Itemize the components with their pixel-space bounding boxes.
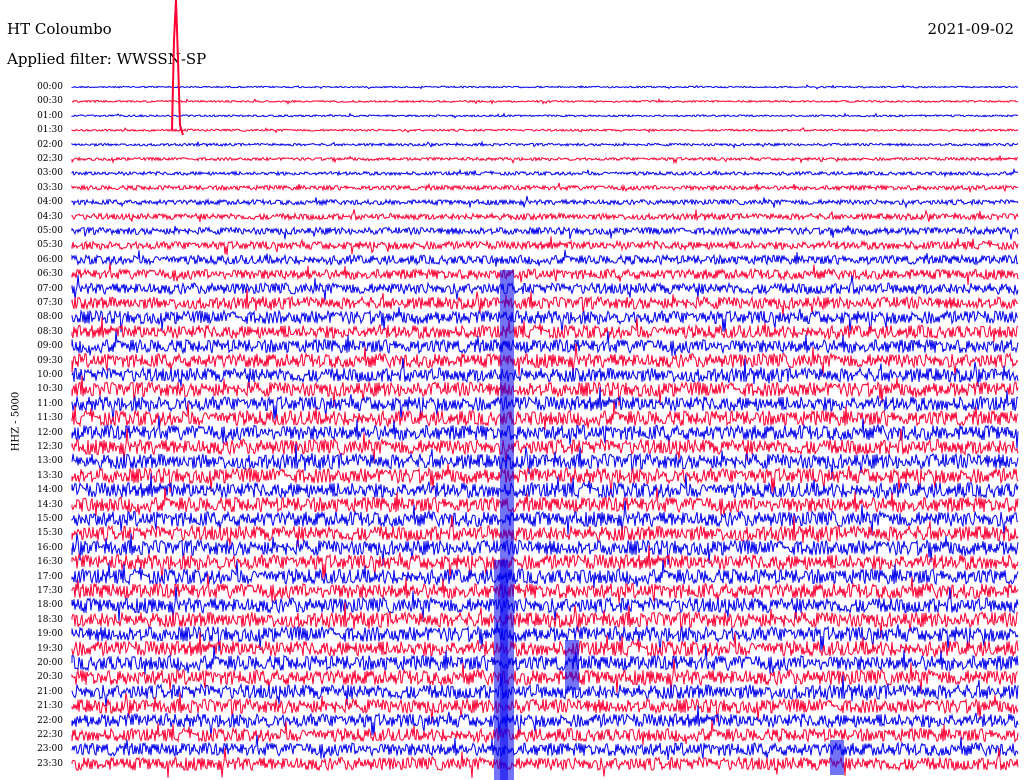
trace-line — [71, 182, 1019, 194]
trace-line — [71, 225, 1019, 240]
trace-line — [71, 112, 1019, 119]
event-band — [565, 640, 579, 690]
trace-line — [71, 236, 1019, 255]
trace-line — [71, 84, 1019, 90]
trace-line — [71, 358, 1019, 388]
trace-line — [71, 316, 1019, 342]
trace-line — [71, 155, 1019, 165]
trace-line — [71, 249, 1019, 267]
helicorder-plot — [71, 0, 1019, 780]
trace-line — [71, 515, 1019, 548]
trace-line — [71, 126, 1019, 134]
trace-line — [71, 262, 1019, 285]
trace-line — [71, 98, 1019, 106]
trace-line — [71, 343, 1019, 376]
trace-line — [71, 306, 1019, 334]
trace-line — [71, 195, 1019, 210]
trace-line — [71, 167, 1019, 178]
trace-line — [71, 275, 1019, 301]
trace-line — [71, 140, 1019, 150]
event-band — [494, 560, 508, 780]
trace-line — [71, 209, 1019, 223]
event-band — [830, 740, 844, 775]
